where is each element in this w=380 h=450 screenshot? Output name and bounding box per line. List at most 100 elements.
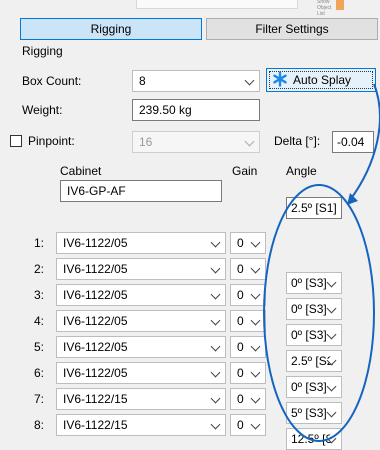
parent-window-caption-bar: Show Object List — [136, 0, 331, 17]
box-count-value: 8 — [139, 74, 146, 88]
pinpoint-checkbox[interactable] — [10, 135, 22, 147]
angle-select[interactable]: 0º [S3] — [286, 376, 342, 398]
chevron-down-icon — [250, 341, 261, 352]
gain-value: 0 — [237, 314, 244, 328]
row-number: 8: — [33, 418, 44, 432]
angle-select[interactable]: 12.5º [S — [286, 428, 342, 450]
tab-rigging[interactable]: Rigging — [20, 18, 202, 40]
angle-select[interactable]: 2.5º [S2 — [286, 350, 342, 372]
cabinet-select[interactable]: IV6-1122/05 — [56, 362, 226, 384]
auto-splay-label: Auto Splay — [293, 73, 352, 87]
chevron-down-icon — [326, 381, 337, 392]
gain-value: 0 — [237, 262, 244, 276]
box-count-label: Box Count: — [22, 74, 82, 88]
chevron-down-icon — [210, 263, 221, 274]
delta-field[interactable]: -0.04 — [332, 131, 374, 153]
chevron-down-icon — [210, 419, 221, 430]
row-number: 7: — [33, 392, 44, 406]
chevron-down-icon — [244, 75, 255, 86]
chevron-down-icon — [210, 367, 221, 378]
angle-value: 0º [S3] — [291, 302, 327, 316]
tab-filter-settings[interactable]: Filter Settings — [206, 18, 378, 40]
chevron-down-icon — [210, 393, 221, 404]
cabinet-select[interactable]: IV6-1122/05 — [56, 310, 226, 332]
gain-select[interactable]: 0 — [230, 258, 266, 280]
angle-select[interactable]: 5º [S3] — [286, 402, 342, 424]
gain-value: 0 — [237, 392, 244, 406]
cabinet-select[interactable]: IV6-1122/05 — [56, 284, 226, 306]
gain-value: 0 — [237, 340, 244, 354]
angle-value: 0º [S3] — [291, 328, 327, 342]
chevron-down-icon — [250, 289, 261, 300]
chevron-down-icon — [210, 315, 221, 326]
angle-value: 5º [S3] — [291, 406, 327, 420]
annotation-arrow-head — [347, 193, 358, 205]
gain-select[interactable]: 0 — [230, 310, 266, 332]
pinpoint-select[interactable]: 16 — [132, 131, 260, 153]
cabinet-select[interactable]: IV6-1122/05 — [56, 232, 226, 254]
cabinet-value: IV6-1122/05 — [63, 366, 128, 380]
gain-select[interactable]: 0 — [230, 284, 266, 306]
top-cabinet-field[interactable]: IV6-GP-AF — [60, 180, 222, 202]
angle-select[interactable]: 0º [S3] — [286, 272, 342, 294]
row-number: 5: — [33, 340, 44, 354]
cabinet-value: IV6-1122/15 — [63, 392, 128, 406]
gain-select[interactable]: 0 — [230, 388, 266, 410]
cabinet-select[interactable]: IV6-1122/15 — [56, 414, 226, 436]
weight-field[interactable]: 239.50 kg — [132, 99, 260, 121]
cabinet-value: IV6-1122/05 — [63, 340, 128, 354]
row-number: 4: — [33, 314, 44, 328]
column-header-cabinet: Cabinet — [60, 164, 102, 178]
angle-select[interactable]: 0º [S3] — [286, 324, 342, 346]
chevron-down-icon — [250, 263, 261, 274]
chevron-down-icon — [244, 136, 255, 147]
gain-value: 0 — [237, 418, 244, 432]
rigging-group-label: Rigging — [22, 44, 63, 58]
auto-splay-button[interactable]: Auto Splay — [266, 68, 376, 92]
cabinet-value: IV6-1122/15 — [63, 418, 128, 432]
chevron-down-icon — [326, 329, 337, 340]
pinpoint-label: Pinpoint: — [28, 134, 75, 148]
pinpoint-value: 16 — [139, 135, 153, 149]
row-number: 2: — [33, 262, 44, 276]
angle-value: 0º [S3] — [291, 380, 327, 394]
chevron-down-icon — [210, 341, 221, 352]
cabinet-value: IV6-1122/05 — [63, 314, 128, 328]
delta-label: Delta [°]: — [274, 134, 321, 148]
chevron-down-icon — [250, 315, 261, 326]
chevron-down-icon — [210, 237, 221, 248]
cabinet-value: IV6-1122/05 — [63, 262, 128, 276]
chevron-down-icon — [326, 407, 337, 418]
angle-select[interactable]: 0º [S3] — [286, 298, 342, 320]
cabinet-select[interactable]: IV6-1122/05 — [56, 336, 226, 358]
gain-select[interactable]: 0 — [230, 232, 266, 254]
chevron-down-icon — [250, 419, 261, 430]
box-count-select[interactable]: 8 — [132, 70, 260, 92]
chevron-down-icon — [250, 367, 261, 378]
row-number: 6: — [33, 366, 44, 380]
weight-label: Weight: — [22, 103, 63, 117]
cabinet-value: IV6-1122/05 — [63, 288, 128, 302]
window-caption: Show Object List — [317, 0, 332, 17]
gain-value: 0 — [237, 366, 244, 380]
gain-value: 0 — [237, 288, 244, 302]
chevron-down-icon — [250, 237, 261, 248]
gain-select[interactable]: 0 — [230, 362, 266, 384]
gain-select[interactable]: 0 — [230, 414, 266, 436]
chevron-down-icon — [250, 393, 261, 404]
cabinet-select[interactable]: IV6-1122/15 — [56, 388, 226, 410]
row-number: 3: — [33, 288, 44, 302]
row-number: 1: — [33, 236, 44, 250]
column-header-gain: Gain — [232, 164, 258, 178]
chevron-down-icon — [210, 289, 221, 300]
gain-value: 0 — [237, 236, 244, 250]
chevron-down-icon — [326, 303, 337, 314]
cabinet-select[interactable]: IV6-1122/05 — [56, 258, 226, 280]
parent-window-accent — [336, 0, 344, 10]
cabinet-value: IV6-1122/05 — [63, 236, 128, 250]
angle-value: 0º [S3] — [291, 276, 327, 290]
column-header-angle: Angle — [286, 164, 317, 178]
top-angle-field[interactable]: 2.5º [S1] — [286, 197, 342, 219]
parent-window-strip: Show Object List — [0, 0, 380, 17]
gain-select[interactable]: 0 — [230, 336, 266, 358]
